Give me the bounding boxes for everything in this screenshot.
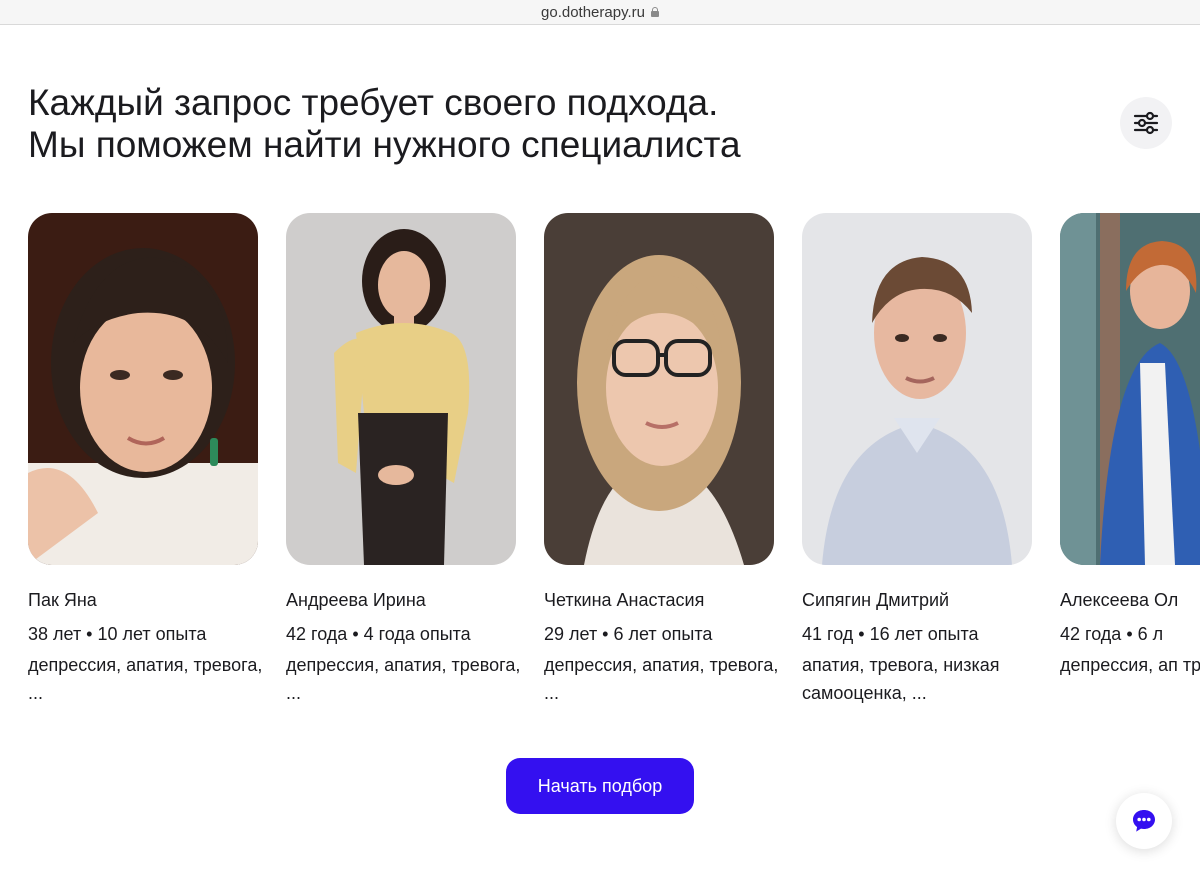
specialist-name[interactable]: Андреева Ирина xyxy=(286,589,516,611)
start-selection-button[interactable]: Начать подбор xyxy=(506,758,694,814)
specialist-photo[interactable] xyxy=(802,213,1032,565)
specialist-meta: 42 года • 4 года опыта xyxy=(286,624,471,644)
specialist-meta: 38 лет • 10 лет опыта xyxy=(28,624,207,644)
specialist-tags: депрессия, ап тревога, ... xyxy=(1060,655,1200,675)
specialist-name[interactable]: Алексеева Ол xyxy=(1060,589,1200,611)
specialist-photo[interactable] xyxy=(286,213,516,565)
chat-bubble-icon xyxy=(1133,810,1155,832)
browser-address-bar[interactable]: go.dotherapy.ru xyxy=(0,0,1200,25)
specialist-meta: 42 года • 6 л xyxy=(1060,624,1164,644)
sliders-icon xyxy=(1133,111,1159,135)
specialist-tags: депрессия, апатия, тревога, ... xyxy=(286,655,521,703)
specialist-tags: депрессия, апатия, тревога, ... xyxy=(544,655,779,703)
chat-button[interactable] xyxy=(1116,793,1172,849)
specialist-card[interactable]: Четкина Анастасия 29 лет • 6 лет опыта д… xyxy=(544,213,778,707)
filter-button[interactable] xyxy=(1120,97,1172,149)
specialist-name[interactable]: Пак Яна xyxy=(28,589,258,611)
specialist-tags: депрессия, апатия, тревога, ... xyxy=(28,655,263,703)
specialist-photo[interactable] xyxy=(28,213,258,565)
specialist-carousel[interactable]: Пак Яна 38 лет • 10 лет опыта депрессия,… xyxy=(0,213,1200,733)
specialist-meta: 41 год • 16 лет опыта xyxy=(802,624,979,644)
specialist-card[interactable]: Алексеева Ол 42 года • 6 л депрессия, ап… xyxy=(1060,213,1200,679)
specialist-photo[interactable] xyxy=(544,213,774,565)
lock-icon xyxy=(650,7,659,17)
specialist-card[interactable]: Андреева Ирина 42 года • 4 года опыта де… xyxy=(286,213,520,707)
specialist-photo[interactable] xyxy=(1060,213,1200,565)
specialist-card[interactable]: Сипягин Дмитрий 41 год • 16 лет опыта ап… xyxy=(802,213,1032,707)
specialist-meta: 29 лет • 6 лет опыта xyxy=(544,624,713,644)
specialist-name[interactable]: Сипягин Дмитрий xyxy=(802,589,1032,611)
page-title-line-1: Каждый запрос требует своего подхода. xyxy=(28,82,719,123)
specialist-name[interactable]: Четкина Анастасия xyxy=(544,589,774,611)
page-title: Каждый запрос требует своего подхода. Мы… xyxy=(28,82,741,166)
specialist-tags: апатия, тревога, низкая самооценка, ... xyxy=(802,655,1000,703)
url-text: go.dotherapy.ru xyxy=(541,3,645,21)
page-title-line-2: Мы поможем найти нужного специалиста xyxy=(28,124,741,165)
specialist-card[interactable]: Пак Яна 38 лет • 10 лет опыта депрессия,… xyxy=(28,213,262,707)
